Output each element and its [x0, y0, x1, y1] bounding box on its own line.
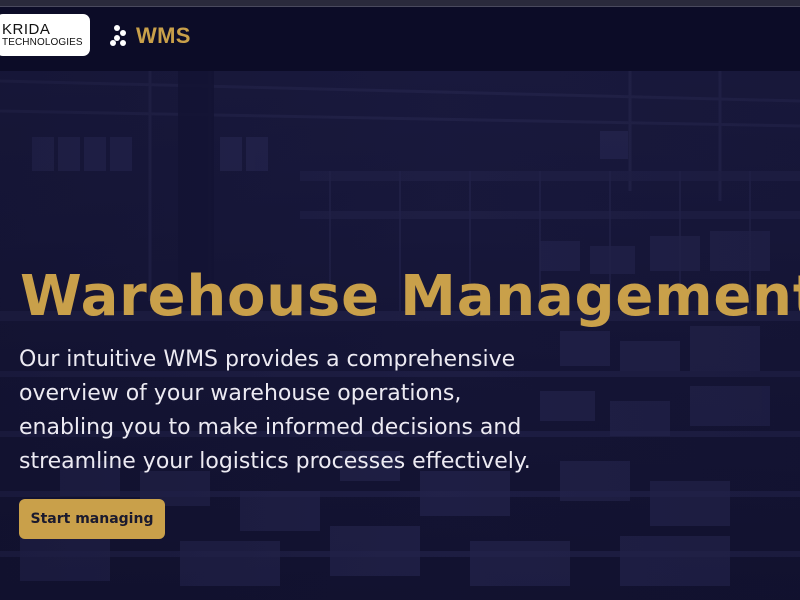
logo-line-1: KRIDA	[2, 20, 51, 38]
start-managing-button[interactable]: Start managing	[19, 499, 165, 539]
logo-line-2: TECHNOLOGIES	[2, 36, 83, 48]
navbar: KRIDA TECHNOLOGIES WMS	[0, 7, 800, 71]
hero-description: Our intuitive WMS provides a comprehensi…	[19, 347, 531, 474]
product-title[interactable]: WMS	[136, 23, 191, 49]
page: KRIDA TECHNOLOGIES WMS Warehouse Managem…	[0, 0, 800, 600]
dots-grid-icon[interactable]	[110, 25, 126, 47]
hero-section: Warehouse Management System Our intuitiv…	[0, 71, 800, 600]
krida-logo[interactable]: KRIDA TECHNOLOGIES	[0, 14, 90, 56]
browser-top-strip	[0, 0, 800, 7]
hero-title: Warehouse Management System	[20, 264, 800, 329]
